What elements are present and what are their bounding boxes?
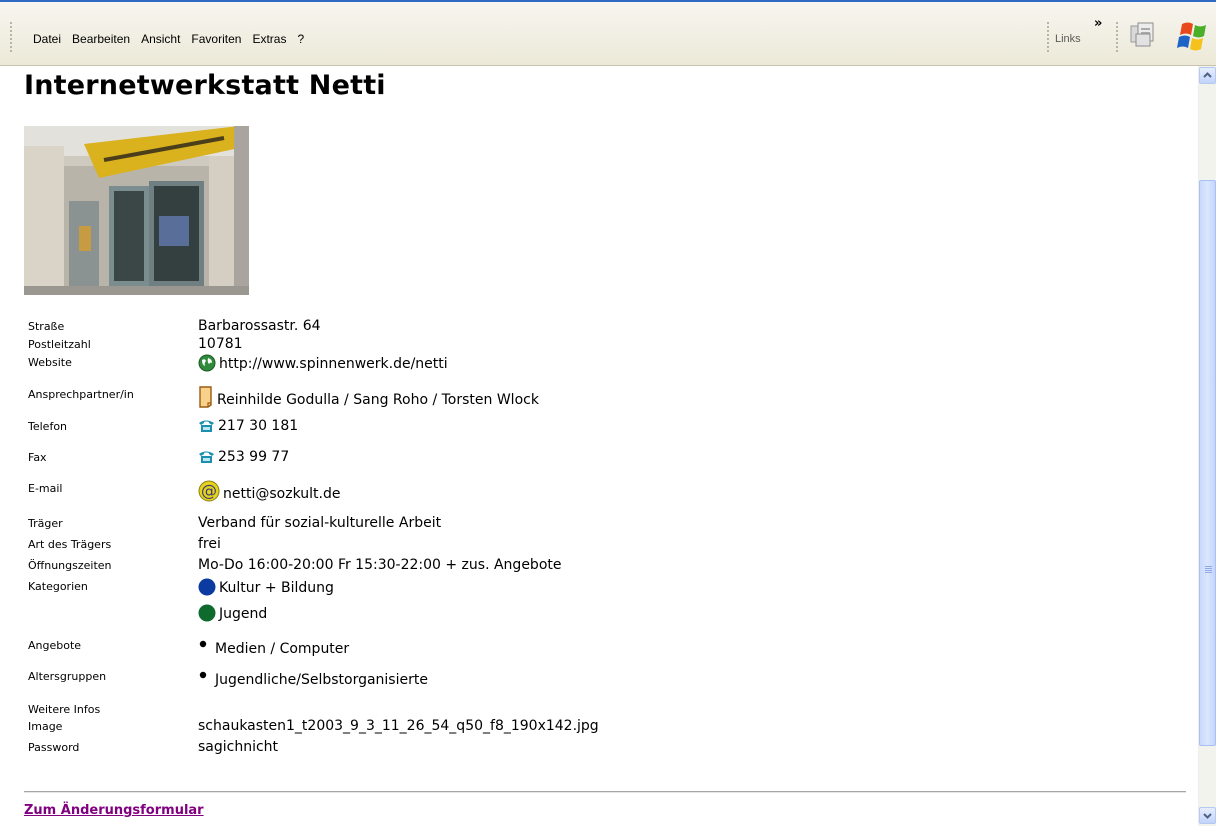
chevron-down-icon xyxy=(1203,813,1212,819)
vertical-scrollbar[interactable] xyxy=(1198,66,1216,826)
label-kategorien: Kategorien xyxy=(28,580,88,593)
altersgruppen-text: Jugendliche/Selbstorganisierte xyxy=(215,672,428,688)
label-traeger: Träger xyxy=(28,517,63,530)
value-oeffnungszeiten: Mo-Do 16:00-20:00 Fr 15:30-22:00 + zus. … xyxy=(198,557,562,573)
menu-favoriten[interactable]: Favoriten xyxy=(191,32,241,46)
label-art-traeger: Art des Trägers xyxy=(28,538,112,551)
green-circle-icon xyxy=(198,604,216,622)
label-email: E-mail xyxy=(28,482,63,495)
value-ansprechpartner: Reinhilde Godulla / Sang Roho / Torsten … xyxy=(198,386,539,408)
fax-text: 253 99 77 xyxy=(218,449,290,465)
website-text[interactable]: http://www.spinnenwerk.de/netti xyxy=(219,356,448,372)
label-postleitzahl: Postleitzahl xyxy=(28,338,91,351)
label-oeffnungszeiten: Öffnungszeiten xyxy=(28,559,112,572)
value-kategorie-1: Kultur + Bildung xyxy=(198,578,334,596)
menu-help[interactable]: ? xyxy=(297,32,304,46)
storefront-photo xyxy=(24,126,249,295)
window-copy-icon[interactable] xyxy=(1128,20,1158,50)
value-postleitzahl: 10781 xyxy=(198,336,243,352)
label-password: Password xyxy=(28,741,80,754)
chevron-more-icon[interactable]: » xyxy=(1094,16,1102,31)
scroll-down-button[interactable] xyxy=(1199,807,1216,824)
links-grip[interactable] xyxy=(1047,22,1049,52)
bullet-icon xyxy=(199,671,207,679)
menu-bar: Datei Bearbeiten Ansicht Favoriten Extra… xyxy=(0,0,1216,66)
value-fax: 253 99 77 xyxy=(198,449,289,465)
thumb-grip xyxy=(1205,566,1212,574)
angebote-text: Medien / Computer xyxy=(215,641,350,657)
value-angebote: Medien / Computer xyxy=(198,639,349,657)
value-telefon: 217 30 181 xyxy=(198,418,298,434)
value-email[interactable]: @ netti@sozkult.de xyxy=(198,480,340,502)
toolbar-separator xyxy=(1116,22,1118,52)
contact-card-icon xyxy=(199,386,212,408)
bullet-icon xyxy=(199,640,207,648)
windows-logo-icon xyxy=(1177,22,1206,51)
page-title: Internetwerkstatt Netti xyxy=(24,70,386,101)
phone-icon xyxy=(199,451,214,463)
label-website: Website xyxy=(28,356,72,369)
label-image: Image xyxy=(28,720,63,733)
blue-circle-icon xyxy=(198,578,216,596)
label-altersgruppen: Altersgruppen xyxy=(28,670,107,683)
phone-icon xyxy=(199,420,214,432)
change-form-link[interactable]: Zum Änderungsformular xyxy=(24,803,204,818)
label-angebote: Angebote xyxy=(28,639,82,652)
at-icon: @ xyxy=(198,480,220,502)
value-art-traeger: frei xyxy=(198,536,221,552)
horizontal-divider xyxy=(24,791,1186,793)
menu-bearbeiten[interactable]: Bearbeiten xyxy=(72,32,130,46)
kategorie-1-text: Kultur + Bildung xyxy=(219,580,334,596)
label-fax: Fax xyxy=(28,451,47,464)
links-toolbar-label[interactable]: Links xyxy=(1055,33,1081,45)
kategorie-2-text: Jugend xyxy=(219,606,268,622)
menu-extras[interactable]: Extras xyxy=(252,32,286,46)
svg-text:@: @ xyxy=(201,481,217,500)
value-website[interactable]: http://www.spinnenwerk.de/netti xyxy=(198,354,448,372)
value-kategorie-2: Jugend xyxy=(198,604,267,622)
email-text[interactable]: netti@sozkult.de xyxy=(223,486,340,502)
menu-datei[interactable]: Datei xyxy=(33,32,61,46)
globe-icon xyxy=(198,354,216,372)
page-content: Internetwerkstatt Netti Straße Barbaross… xyxy=(0,66,1198,826)
label-ansprechpartner: Ansprechpartner/in xyxy=(28,388,134,401)
telefon-text: 217 30 181 xyxy=(218,418,299,434)
chevron-up-icon xyxy=(1203,72,1212,78)
toolbar-grip[interactable] xyxy=(10,22,12,52)
ansprechpartner-text: Reinhilde Godulla / Sang Roho / Torsten … xyxy=(217,392,539,408)
label-strasse: Straße xyxy=(28,320,65,333)
value-password: sagichnicht xyxy=(198,739,279,755)
menu-ansicht[interactable]: Ansicht xyxy=(141,32,180,46)
value-altersgruppen: Jugendliche/Selbstorganisierte xyxy=(198,670,428,688)
label-telefon: Telefon xyxy=(28,420,68,433)
label-weitere-infos: Weitere Infos xyxy=(28,703,101,716)
scroll-up-button[interactable] xyxy=(1199,67,1216,84)
scroll-thumb[interactable] xyxy=(1199,180,1216,746)
value-traeger: Verband für sozial-kulturelle Arbeit xyxy=(198,515,442,531)
value-strasse: Barbarossastr. 64 xyxy=(198,318,321,334)
value-image: schaukasten1_t2003_9_3_11_26_54_q50_f8_1… xyxy=(198,718,599,734)
menu-items: Datei Bearbeiten Ansicht Favoriten Extra… xyxy=(33,32,315,46)
